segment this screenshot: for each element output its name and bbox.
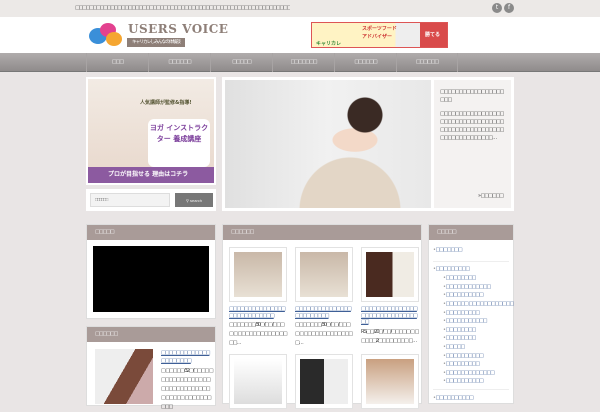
site-tagline: □□□□□□□□□□□□□□□□□□□□□□□□□□□□□□□□□□□□□□□□… [75, 5, 290, 11]
ad-sub: 人気講師が監修&指導! [140, 100, 192, 106]
category-link[interactable]: □□□□□□□□□ [433, 262, 509, 275]
hero-slider[interactable]: □□□□□□□□□□□□□□□□□□□□ □□□□□□□□□□□□□□□□□□□… [222, 77, 514, 211]
widget-title: □□□□□ [429, 225, 513, 240]
post-card[interactable]: □□□□□□□□□□□□□□□□□□□□□□□□□□□ □□□□□□□/30□/□… [229, 247, 288, 348]
subcategory-link[interactable]: □□□□□□□□□ [443, 360, 509, 369]
post-card[interactable] [361, 354, 419, 409]
logo-bubbles-icon[interactable] [88, 22, 124, 48]
ad-cta: プロが目指せる 理由はコチラ [88, 167, 214, 183]
logo-title[interactable]: USERS VOICE [128, 22, 228, 36]
hero-more-link[interactable]: » □□□□□□ [478, 192, 504, 200]
subcategory-link[interactable]: □□□□□□□□ [443, 326, 509, 335]
post-desc: □□□□□□□/30□/□□/□□□□ □ □□□□□□□□□□□□□ □… [295, 322, 353, 346]
nav-item[interactable]: □□□□□ [210, 53, 272, 72]
post-desc: □□□□□□□/30□/□□/□□□□ □ □□□□□□□□□□□ □□□□… [229, 322, 288, 346]
post-card[interactable] [295, 354, 353, 409]
search-button-label: search [190, 197, 203, 203]
banner-tag: キャリカレ [316, 41, 342, 47]
subcategory-link[interactable]: □□□□□□□□ [443, 334, 509, 343]
search-box: ⚲ search [86, 189, 216, 211]
category-widget: □□□□□ □□□□□□□ □□□□□□□□□ □□□□□□□□□□□□□□□□… [428, 224, 514, 404]
subcategory-link[interactable]: □□□□□□□□□ [443, 309, 509, 318]
subcategory-link[interactable]: □□□□□□□□□□ [443, 291, 509, 300]
subcategory-link[interactable]: □□□□□□□□ [443, 274, 509, 283]
widget-title: □□□□□ [87, 225, 215, 240]
more-label: □□□□□□ [480, 193, 504, 199]
video-player[interactable] [93, 246, 209, 312]
main-nav: □□□ □□□□□□ □□□□□ □□□□□□□ □□□□□□ □□□□□□ [0, 53, 600, 72]
post-title[interactable]: □□□□□□□□□□□□□□□□□□□□□□□□ [295, 306, 353, 319]
ad-headline: ヨガ インストラクター 養成講座 [148, 119, 210, 167]
nav-item[interactable]: □□□□□□ [334, 53, 396, 72]
search-button[interactable]: ⚲ search [175, 193, 213, 207]
banner-cta: 勝てる [425, 32, 441, 38]
featured-title[interactable]: □□□□□□□□□□□□□□□□□□□□□ [161, 349, 213, 365]
nav-item[interactable]: □□□ [86, 53, 148, 72]
banner-line1: スポーツフード [362, 26, 397, 32]
logo-subtitle: キャリカレしみんなの体験談 [127, 38, 185, 47]
nav-item[interactable]: □□□□□□ [396, 53, 458, 72]
subcategory-link[interactable]: □□□□□□□□□□□□□ [443, 369, 509, 378]
category-link[interactable]: □□□□□□□□□□ [433, 388, 509, 403]
hero-text-panel: □□□□□□□□□□□□□□□□□□□□ □□□□□□□□□□□□□□□□□□□… [434, 80, 511, 208]
hero-image[interactable] [225, 80, 431, 208]
nav-item[interactable]: □□□□□□ [148, 53, 210, 72]
subcategory-link[interactable]: □□□□□□□□□□□□ [443, 283, 509, 292]
subcategory-link[interactable]: □□□□□□ □□□□□□□□□□□□ [443, 300, 515, 309]
subcategory-link[interactable]: □□□□□ [443, 343, 509, 352]
nav-item[interactable]: □□□□□□□ [272, 53, 334, 72]
facebook-icon[interactable]: f [504, 3, 514, 13]
twitter-icon[interactable]: t [492, 3, 502, 13]
post-card[interactable]: □□□□□□□□□□□□□□□□□□□□□□□□□□□□□□□□ R.S□□/20… [361, 247, 419, 346]
widget-title: □□□□□□ [87, 327, 215, 342]
new-posts-section: □□□□□□ □□□□□□□□□□□□□□□□□□□□□□□□□□□ □□□□□□… [222, 224, 422, 409]
featured-thumb[interactable] [95, 349, 153, 404]
subcategory-list: □□□□□□□□□□□□□□□□□□□□□□□□□□□□□□□□□□□□ □□□… [433, 274, 515, 386]
section-title: □□□□□□ [223, 225, 421, 240]
video-widget: □□□□□ [86, 224, 216, 319]
banner-line2: アドバイザー [362, 34, 393, 40]
category-link[interactable]: □□□□□□□ [433, 244, 509, 262]
yoga-ad-banner[interactable]: 人気講師が監修&指導! ヨガ インストラクター 養成講座 プロが目指せる 理由は… [86, 77, 216, 185]
search-input[interactable] [90, 193, 170, 207]
post-title[interactable]: □□□□□□□□□□□□□□□□□□□□□□□□□□□ [229, 306, 287, 319]
subcategory-link[interactable]: □□□□□□□□□□ [443, 352, 509, 361]
hero-body: □□□□□□□□□□□□□□□□□□□□□□□□□□□□□□□□□□□□□□□□… [440, 111, 504, 141]
post-card[interactable]: □□□□□□□□□□□□□□□□□□□□□□□□ □□□□□□□/30□/□□/□… [295, 247, 353, 348]
featured-desc: □ □□□□□/32□/□□□□ □ □□□□□□□□□□□ □□ □□□□□□… [161, 368, 214, 410]
post-desc: R.S□□/20□/□□/□□□□□ □ □□□□□2□□□□□□□□ □… [361, 328, 419, 344]
post-title[interactable]: □□□□□□□□□□□□□□□□□□□□□□□□□□□□□□□□ [361, 306, 419, 326]
hero-title[interactable]: □□□□□□□□□□□□□□□□□□□□ [440, 88, 505, 104]
subcategory-link[interactable]: □□□□□□□□□□ [443, 377, 509, 386]
post-card[interactable] [229, 354, 287, 409]
featured-widget: □□□□□□ □□□□□□□□□□□□□□□□□□□□□ □ □□□□□/32□… [86, 326, 216, 410]
top-bar: □□□□□□□□□□□□□□□□□□□□□□□□□□□□□□□□□□□□□□□□… [0, 0, 600, 17]
sports-food-banner[interactable]: スポーツフード アドバイザー キャリカレ 勝てる [311, 22, 448, 48]
subcategory-link[interactable]: □□□□□□□□□□□ [443, 317, 509, 326]
